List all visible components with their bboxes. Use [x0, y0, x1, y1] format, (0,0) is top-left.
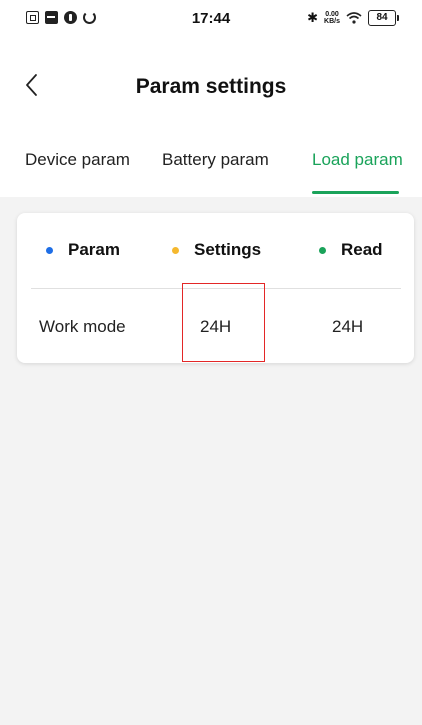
net-speed-unit: KB/s	[324, 18, 340, 25]
tab-load-param[interactable]: Load param	[312, 150, 403, 170]
tab-bar: Device param Battery param Load param	[0, 140, 422, 197]
column-header-settings: Settings	[172, 240, 261, 260]
net-speed: 0.00 KB/s	[324, 11, 340, 25]
table-header: Param Settings Read	[17, 213, 414, 288]
column-header-param: Param	[46, 240, 120, 260]
tab-device-param[interactable]: Device param	[25, 150, 130, 170]
work-mode-read-value: 24H	[332, 317, 364, 336]
net-speed-value: 0.00	[325, 11, 339, 18]
battery-icon: 84	[368, 10, 399, 26]
status-bar: 17:44 ✱ 0.00 KB/s 84	[0, 0, 422, 40]
active-tab-indicator	[312, 191, 399, 194]
column-header-label: Settings	[194, 240, 262, 259]
column-header-read: Read	[319, 240, 383, 260]
wifi-icon	[346, 12, 362, 24]
settings-dot-icon	[172, 246, 179, 254]
status-icons-right: ✱ 0.00 KB/s 84	[307, 10, 399, 26]
tab-battery-param[interactable]: Battery param	[162, 150, 269, 170]
read-dot-icon	[319, 246, 326, 254]
page-title: Param settings	[135, 75, 287, 98]
bluetooth-icon: ✱	[307, 10, 319, 25]
column-header-label: Read	[341, 240, 383, 259]
header: Param settings	[0, 64, 422, 108]
row-param-label: Work mode	[39, 317, 126, 336]
highlight-box	[182, 283, 265, 362]
column-header-label: Param	[68, 240, 120, 259]
param-dot-icon	[46, 246, 53, 254]
